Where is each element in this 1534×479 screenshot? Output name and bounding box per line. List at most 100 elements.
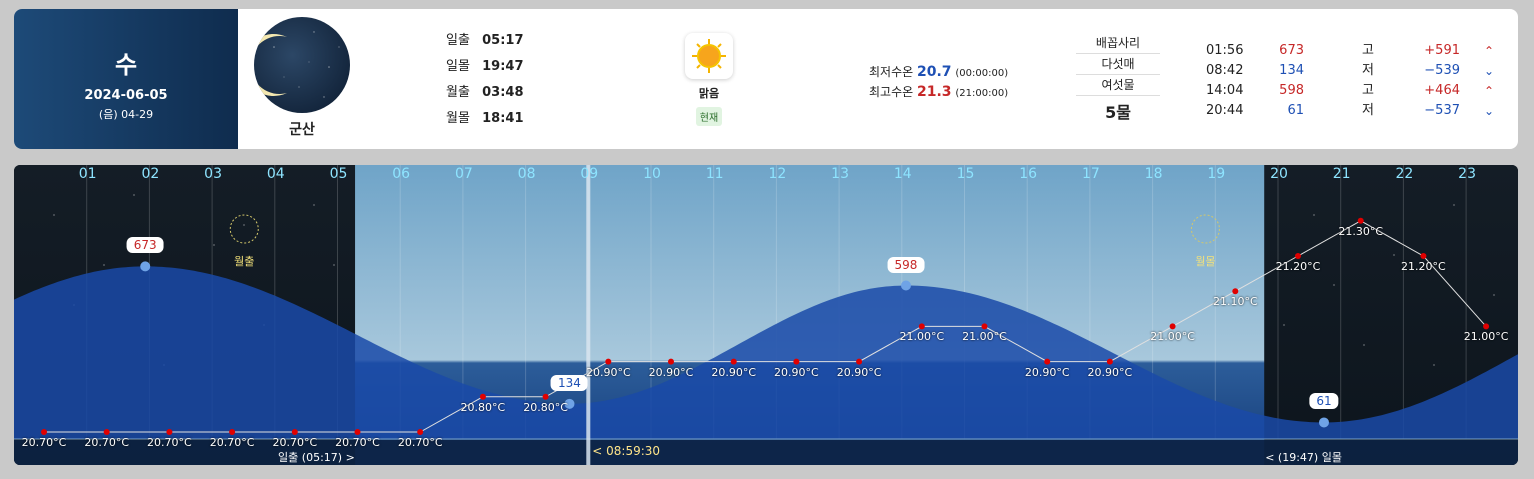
temp-point <box>291 429 298 435</box>
hour-label: 14 <box>893 166 912 182</box>
moon-event-label: 월몰 <box>1195 255 1216 268</box>
tide-row: 01:56 673 고 +591 ⌃ <box>1206 41 1506 61</box>
temp-point <box>1295 253 1301 259</box>
hour-label: 12 <box>768 166 787 182</box>
tide-value-badge: 598 <box>887 256 925 273</box>
temp-point <box>354 429 361 435</box>
tide-row: 14:04 598 고 +464 ⌃ <box>1206 81 1506 101</box>
temp-point <box>605 358 612 365</box>
chevron-down-icon: ⌄ <box>1484 64 1495 78</box>
temp-point <box>668 358 674 365</box>
temp-label: 21.10°C <box>1212 295 1258 309</box>
hour-label: 22 <box>1395 166 1414 182</box>
tide-chart-svg <box>14 165 1518 465</box>
temp-label: 20.70°C <box>209 436 255 449</box>
star <box>1363 344 1365 346</box>
temp-label: 20.80°C <box>523 400 568 414</box>
tide-value-badge: 673 <box>126 237 164 254</box>
temp-label: 20.70°C <box>147 436 192 449</box>
sunset-row: 일몰 19:47 <box>446 59 524 74</box>
moonrise-row: 월출 03:48 <box>446 85 524 100</box>
hour-label: 04 <box>266 166 285 182</box>
chevron-up-icon: ⌃ <box>1484 44 1495 58</box>
chevron-down-icon: ⌄ <box>1484 104 1495 118</box>
temp-label: 20.90°C <box>774 365 819 379</box>
moonset-row: 월몰 18:41 <box>446 111 524 126</box>
star <box>133 194 135 196</box>
tide-value-badge: 61 <box>1309 393 1339 410</box>
temp-label: 21.00°C <box>962 330 1007 344</box>
hour-label: 05 <box>329 166 348 182</box>
temp-point <box>1169 323 1176 330</box>
temp-label: 20.90°C <box>648 365 694 379</box>
hour-label: 19 <box>1207 166 1226 182</box>
temp-point <box>1106 358 1113 365</box>
temp-point <box>1420 253 1427 259</box>
hour-label: 17 <box>1081 166 1100 182</box>
station-name: 군산 <box>289 122 315 138</box>
temp-label: 20.70°C <box>84 436 130 449</box>
temp-label: 20.90°C <box>836 365 882 379</box>
hour-label: 16 <box>1019 166 1038 182</box>
temp-point <box>1483 323 1490 330</box>
temp-point <box>856 358 863 365</box>
date-text: 2024-06-05 <box>84 88 168 103</box>
star <box>213 244 215 246</box>
temp-label: 20.90°C <box>1024 365 1070 379</box>
temp-point <box>542 393 549 400</box>
date-box: 수 2024-06-05 (음) 04-29 <box>14 9 238 149</box>
temp-label: 21.00°C <box>1150 330 1195 344</box>
hour-label: 08 <box>517 166 536 182</box>
hour-label: 06 <box>392 166 411 182</box>
tide-row: 08:42 134 저 −539 ⌄ <box>1206 61 1506 81</box>
tide-table: 01:56 673 고 +591 ⌃ 08:42 134 저 −539 ⌄ 14… <box>1206 41 1506 121</box>
hour-label: 07 <box>454 166 473 182</box>
temp-label: 21.00°C <box>899 330 945 344</box>
temp-point <box>793 358 800 365</box>
tide-extreme-point <box>140 261 151 272</box>
tide-extreme-point <box>900 280 911 291</box>
temp-point <box>981 323 988 330</box>
temp-point <box>1044 358 1051 365</box>
min-temp: 20.7 <box>917 64 952 80</box>
star <box>1313 214 1315 216</box>
chevron-up-icon: ⌃ <box>1484 84 1495 98</box>
moon-event-label: 월출 <box>234 255 255 268</box>
star <box>1393 254 1395 256</box>
tide-phase-item: 배꼽사리 <box>1076 33 1160 54</box>
temp-label: 21.20°C <box>1275 260 1321 273</box>
tide-phase-item: 여섯물 <box>1076 75 1160 96</box>
current-time: < 08:59:30 <box>592 444 661 458</box>
temp-label: 20.90°C <box>1087 365 1133 379</box>
temp-label: 20.90°C <box>711 365 757 379</box>
star <box>1453 204 1455 206</box>
lunar-date: (음) 04-29 <box>98 108 154 121</box>
star <box>313 204 315 206</box>
tide-row: 20:44 61 저 −537 ⌄ <box>1206 101 1506 121</box>
star <box>1283 324 1285 326</box>
temp-label: 20.70°C <box>21 436 67 449</box>
tide-chart: 01 02 03 04 05 06 07 08 09 10 11 12 13 14 15 16 17 18 19 20… <box>14 165 1518 465</box>
temp-point <box>166 429 173 435</box>
hour-label: 23 <box>1458 166 1477 182</box>
water-temperature: 최저수온 20.7 (00:00:00) 최고수온 21.3 (21:00:00… <box>869 64 1009 100</box>
temp-point <box>417 429 424 435</box>
hour-label: 21 <box>1332 166 1351 182</box>
tide-info-card: 수 2024-06-05 (음) 04-29 군산 일출 05:17 일몰 19… <box>14 9 1518 149</box>
current-badge: 현재 <box>695 107 723 126</box>
moon-phase-icon <box>254 17 350 113</box>
star <box>243 224 245 226</box>
sun-icon <box>685 33 733 79</box>
temp-point <box>479 393 486 400</box>
hour-label: 11 <box>705 166 724 182</box>
hour-label: 20 <box>1270 166 1288 182</box>
star <box>103 264 105 266</box>
temp-label: 21.00°C <box>1463 330 1509 344</box>
temp-point <box>1357 217 1364 224</box>
hour-label: 18 <box>1144 166 1163 182</box>
sunrise-row: 일출 05:17 <box>446 33 524 48</box>
temp-label: 20.70°C <box>272 436 318 449</box>
star <box>333 264 335 266</box>
temp-label: 20.80°C <box>460 400 506 414</box>
temp-point <box>918 323 925 330</box>
